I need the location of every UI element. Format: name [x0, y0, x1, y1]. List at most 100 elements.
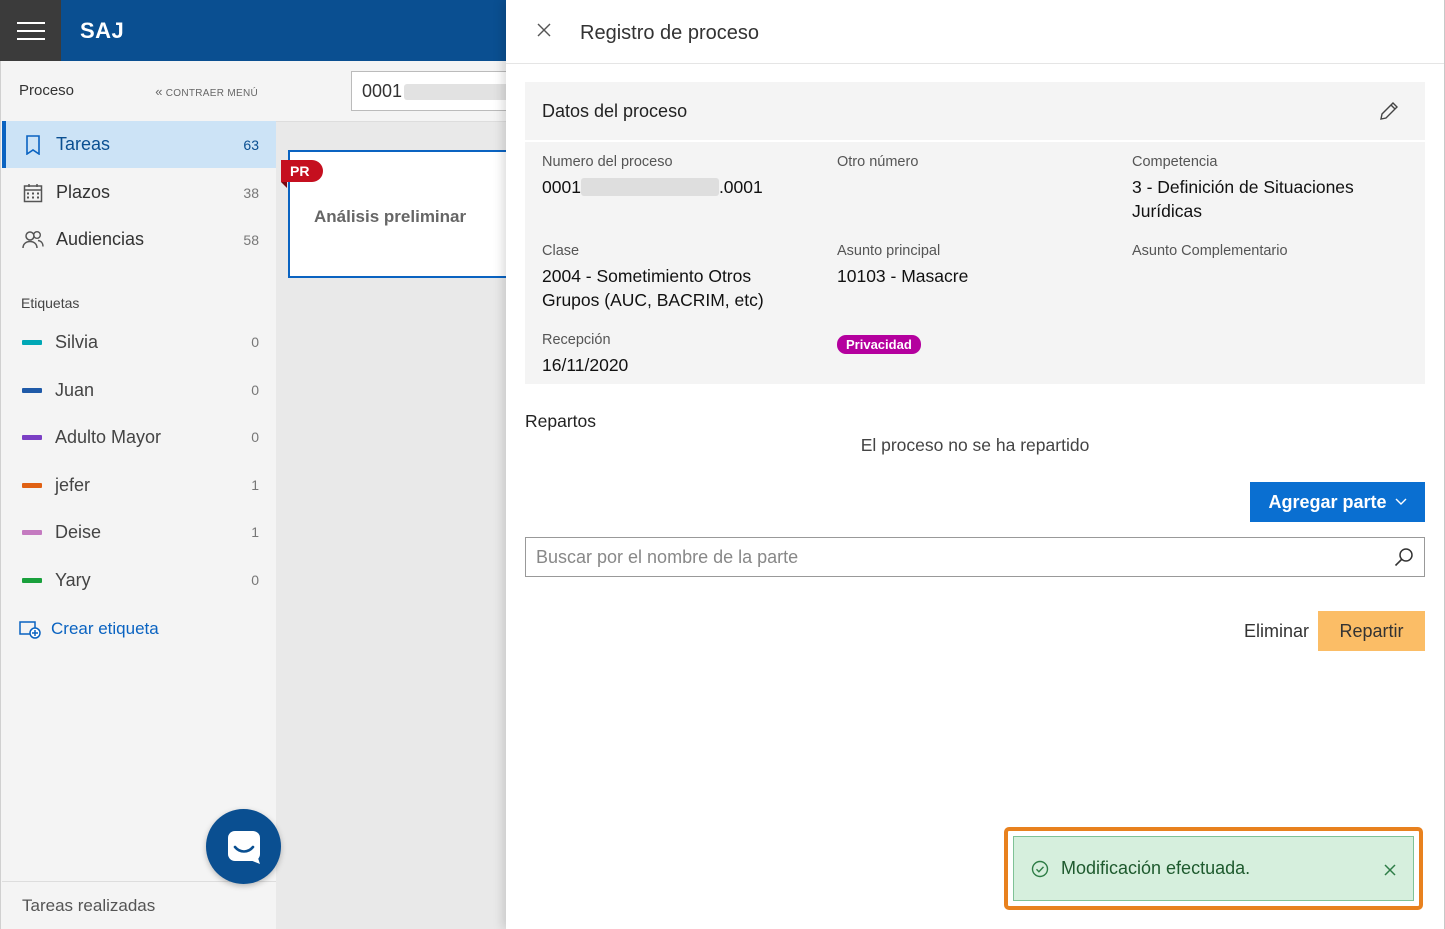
- process-number-value: 0001: [362, 81, 403, 101]
- close-icon[interactable]: [534, 20, 554, 40]
- sidebar-item-audiencias[interactable]: Audiencias 58: [2, 216, 277, 263]
- double-chevron-left-icon: «: [155, 84, 163, 99]
- field-label: Asunto principal: [837, 243, 941, 259]
- add-part-button[interactable]: Agregar parte: [1250, 482, 1425, 522]
- edit-pencil-icon[interactable]: [1377, 99, 1401, 123]
- tag-label: Adulto Mayor: [55, 426, 162, 447]
- tag-color-swatch: [22, 577, 42, 583]
- collapse-menu-label: CONTRAER MENÚ: [165, 88, 258, 99]
- field-value: 0001 .0001: [542, 175, 822, 199]
- tag-label: Silvia: [55, 331, 99, 352]
- process-number-input[interactable]: 0001: [351, 71, 521, 111]
- sidebar-item-label: Tareas: [56, 134, 111, 154]
- create-tag-label: Crear etiqueta: [51, 619, 159, 638]
- process-data-section: Datos del proceso Numero del proceso 000…: [525, 82, 1425, 384]
- field-value: 2004 - Sometimiento Otros Grupos (AUC, B…: [542, 266, 764, 310]
- field-label: Competencia: [1132, 154, 1218, 170]
- hamburger-menu-icon[interactable]: [0, 0, 61, 61]
- sidebar: Proceso «CONTRAER MENÚ Tareas 63 Plazos …: [0, 61, 277, 929]
- sidebar-item-count: 58: [243, 231, 259, 248]
- sidebar-item-plazos[interactable]: Plazos 38: [2, 169, 277, 216]
- tag-color-swatch: [22, 529, 42, 535]
- search-bar-area: 0001: [276, 61, 521, 122]
- tag-label: Juan: [55, 379, 95, 400]
- chat-icon: [227, 830, 260, 864]
- field-clase: Clase 2004 - Sometimiento Otros Grupos (…: [542, 243, 792, 312]
- field-label: Otro número: [837, 154, 919, 170]
- field-label: Asunto Complementario: [1132, 243, 1288, 259]
- sidebar-item-label: Audiencias: [56, 229, 145, 249]
- field-value: 3 - Definición de Situaciones Jurídicas: [1132, 177, 1354, 221]
- tag-color-swatch: [22, 387, 42, 393]
- sidebar-item-tareas[interactable]: Tareas 63: [2, 121, 277, 168]
- part-search-field[interactable]: [525, 537, 1425, 577]
- tag-item-deise[interactable]: Deise 1: [2, 512, 277, 552]
- process-record-panel: Registro de proceso Datos del proceso Nu…: [506, 0, 1445, 929]
- sidebar-header: Proceso: [19, 82, 75, 99]
- chevron-down-icon: [1395, 498, 1407, 505]
- toast-highlight: Modificación efectuada.: [1004, 827, 1423, 910]
- process-number-suffix: .0001: [718, 177, 763, 197]
- tag-label: jefer: [55, 474, 91, 495]
- field-asunto-complementario: Asunto Complementario: [1132, 243, 1412, 264]
- completed-tasks-link[interactable]: Tareas realizadas: [2, 881, 277, 929]
- process-number-prefix: 0001: [542, 177, 581, 197]
- tag-count: 1: [251, 524, 259, 540]
- field-label: Numero del proceso: [542, 154, 673, 170]
- task-card[interactable]: PR Análisis preliminar: [281, 150, 518, 278]
- people-icon: [22, 229, 44, 251]
- tag-item-silvia[interactable]: Silvia 0: [2, 322, 277, 362]
- field-value: 10103 - Masacre: [837, 266, 969, 286]
- collapse-menu-button[interactable]: «CONTRAER MENÚ: [155, 84, 258, 99]
- check-circle-icon: [1031, 860, 1049, 877]
- split-button[interactable]: Repartir: [1318, 611, 1425, 651]
- success-toast: Modificación efectuada.: [1013, 836, 1414, 901]
- tag-count: 0: [251, 572, 259, 588]
- tag-count: 1: [251, 477, 259, 493]
- search-icon[interactable]: [1394, 547, 1414, 567]
- calendar-icon: [22, 182, 44, 204]
- field-recepcion: Recepción 16/11/2020: [542, 332, 822, 377]
- field-label: Clase: [542, 243, 580, 259]
- part-search-input[interactable]: [526, 538, 1376, 576]
- tag-item-yary[interactable]: Yary 0: [2, 560, 277, 600]
- field-other-number: Otro número: [837, 154, 1117, 175]
- tag-item-adulto-mayor[interactable]: Adulto Mayor 0: [2, 417, 277, 457]
- toast-message: Modificación efectuada.: [1061, 858, 1251, 878]
- sidebar-item-label: Plazos: [56, 182, 111, 202]
- redacted-block: [580, 178, 719, 196]
- tag-color-swatch: [22, 434, 42, 440]
- tag-item-juan[interactable]: Juan 0: [2, 370, 277, 410]
- field-process-number: Numero del proceso 0001 .0001: [542, 154, 822, 199]
- sidebar-item-count: 63: [243, 136, 259, 153]
- add-tag-icon: [19, 621, 41, 639]
- panel-title: Registro de proceso: [580, 22, 759, 44]
- delete-button[interactable]: Eliminar: [1236, 612, 1317, 652]
- sidebar-item-count: 38: [243, 184, 259, 201]
- panel-header: Registro de proceso: [506, 0, 1444, 64]
- tag-item-jefer[interactable]: jefer 1: [2, 465, 277, 505]
- task-card-title: Análisis preliminar: [314, 207, 467, 226]
- repartos-title: Repartos: [525, 411, 597, 431]
- tag-label: Yary: [55, 569, 91, 590]
- repartos-empty-message: El proceso no se ha repartido: [860, 435, 1090, 455]
- privacy-badge: Privacidad: [837, 335, 921, 354]
- tag-count: 0: [251, 334, 259, 350]
- tag-count: 0: [251, 429, 259, 445]
- tags-section-label: Etiquetas: [21, 295, 80, 311]
- field-value: 16/11/2020: [542, 355, 629, 375]
- chat-widget-button[interactable]: [206, 809, 281, 884]
- app-title: SAJ: [80, 18, 125, 43]
- task-card-badge: PR: [281, 160, 324, 188]
- process-data-title: Datos del proceso: [542, 101, 688, 121]
- field-competencia: Competencia 3 - Definición de Situacione…: [1132, 154, 1392, 223]
- bookmark-icon: [22, 134, 44, 156]
- create-tag-button[interactable]: Crear etiqueta: [19, 619, 159, 639]
- close-icon[interactable]: [1381, 861, 1399, 879]
- redacted-block: [404, 84, 520, 101]
- tag-label: Deise: [55, 521, 102, 542]
- tag-count: 0: [251, 382, 259, 398]
- add-part-label: Agregar parte: [1268, 491, 1387, 512]
- field-label: Recepción: [542, 332, 611, 348]
- task-board: 0001 PR Análisis preliminar: [276, 61, 521, 929]
